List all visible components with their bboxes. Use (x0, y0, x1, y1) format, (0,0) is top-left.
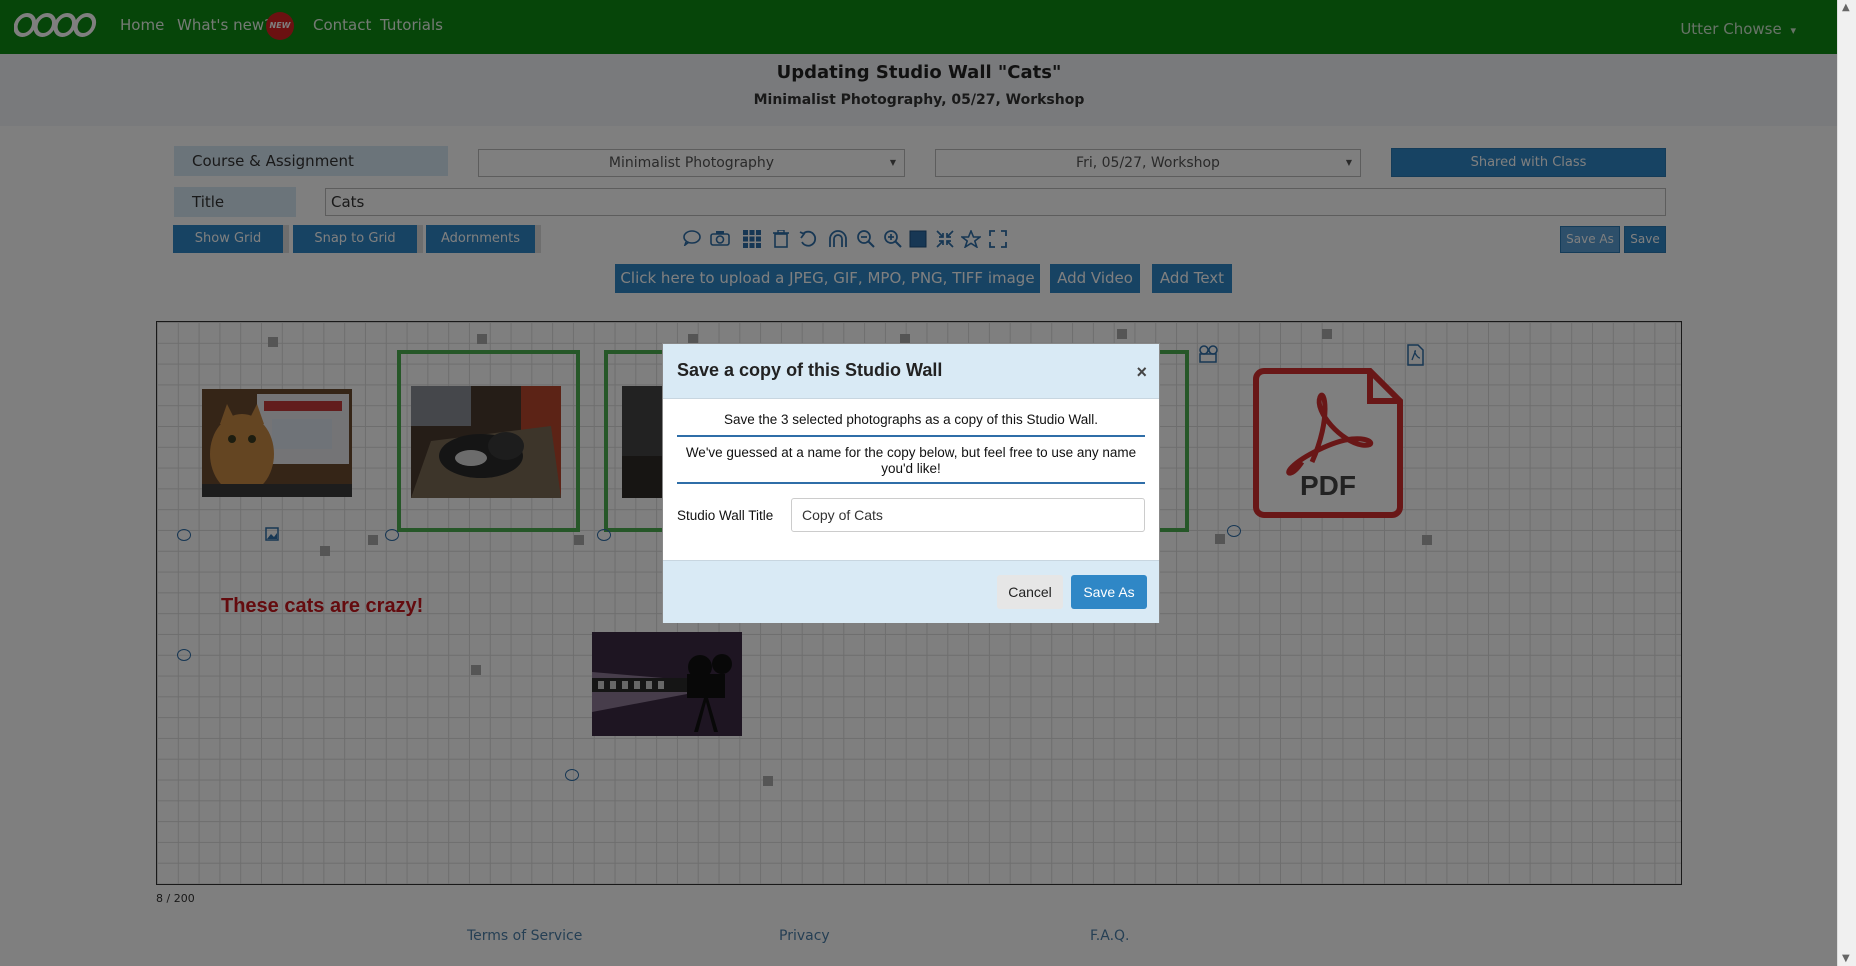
close-icon[interactable]: × (1136, 362, 1147, 383)
scroll-up-icon[interactable]: ▲ (1842, 2, 1850, 13)
save-as-confirm-button[interactable]: Save As (1071, 575, 1147, 609)
studio-wall-title-input[interactable]: Copy of Cats (791, 498, 1145, 532)
studio-wall-title-label: Studio Wall Title (677, 508, 774, 523)
page-scrollbar[interactable]: ▲ ▼ (1837, 0, 1856, 966)
divider (677, 482, 1145, 484)
modal-message: Save the 3 selected photographs as a cop… (724, 412, 1098, 427)
divider (677, 435, 1145, 437)
modal-hint: We've guessed at a name for the copy bel… (685, 445, 1137, 476)
modal-title: Save a copy of this Studio Wall (677, 360, 943, 380)
save-copy-dialog: Save a copy of this Studio Wall × Save t… (662, 343, 1160, 623)
cancel-button[interactable]: Cancel (997, 575, 1063, 609)
scroll-down-icon[interactable]: ▼ (1842, 953, 1850, 964)
